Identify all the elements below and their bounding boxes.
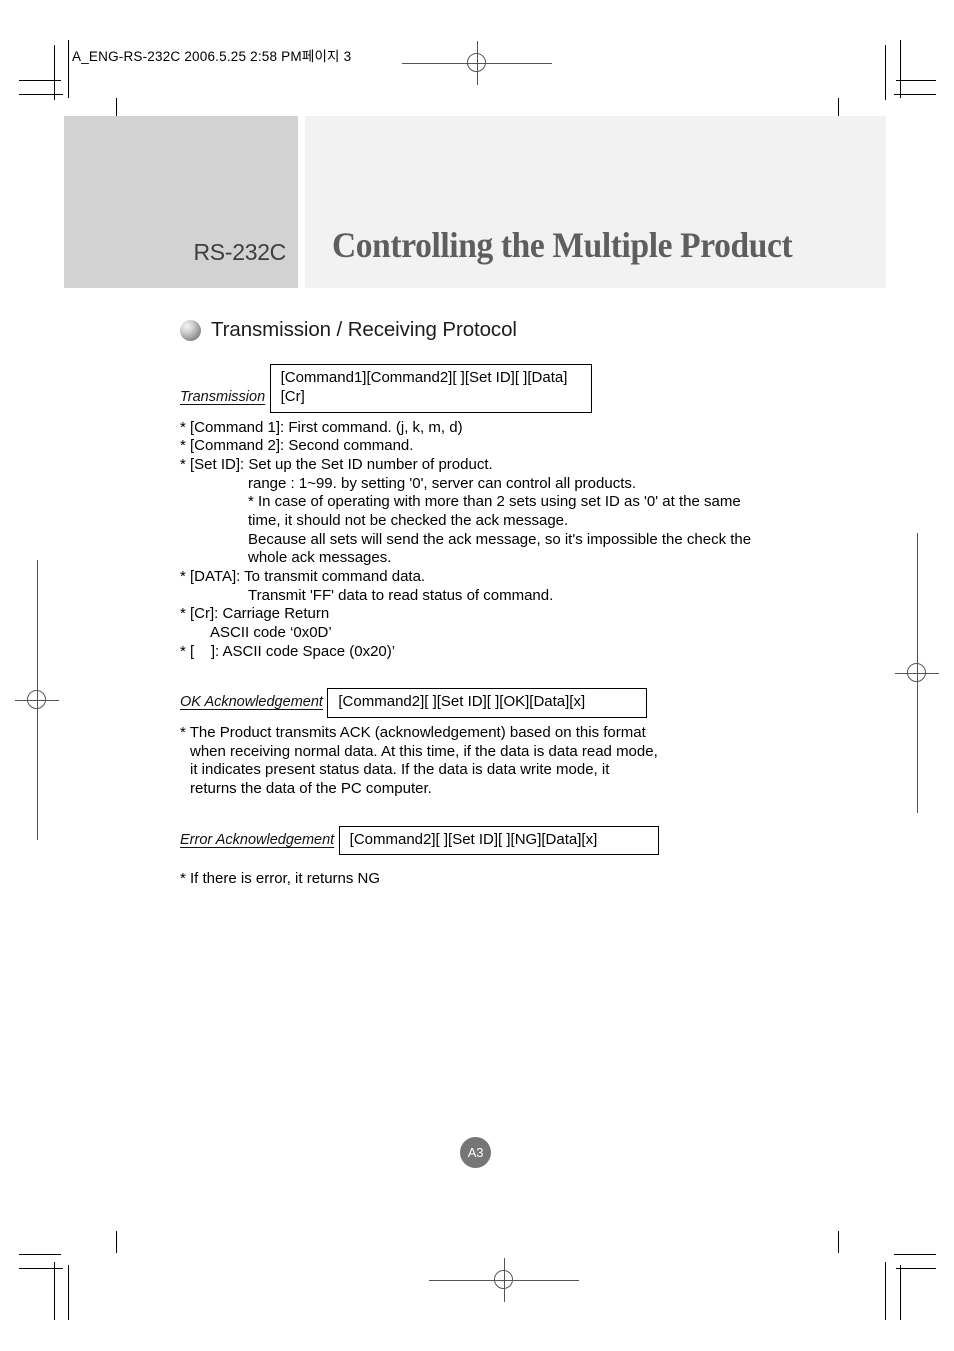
transmission-space-line: * [ ]: ASCII code Space (0x20)’ bbox=[180, 642, 396, 660]
crop-mark-top-right-outer-v bbox=[885, 45, 886, 100]
ok-ack-body: * The Product transmits ACK (acknowledge… bbox=[180, 723, 658, 797]
content-area: Transmission / Receiving Protocol Transm… bbox=[180, 318, 880, 889]
crop-mark-top-right-inner-h bbox=[896, 80, 936, 81]
crop-mark-bottom-right-outer-h bbox=[894, 1254, 936, 1255]
transmission-sub-heading: Transmission bbox=[180, 388, 266, 405]
error-ack-command-format: [Command2][ ][Set ID][ ][NG][Data][x] bbox=[338, 825, 659, 856]
page-title: Controlling the Multiple Product bbox=[332, 225, 793, 265]
transmission-data-line: * [DATA]: To transmit command data. bbox=[180, 567, 426, 585]
crop-mark-top-left-outer-v bbox=[68, 40, 69, 98]
transmission-cr-line: * [Cr]: Carriage Return bbox=[180, 605, 330, 623]
crop-mark-bottom-right-bleed-v bbox=[838, 1231, 839, 1253]
transmission-command-format: [Command1][Command2][ ][Set ID][ ][Data]… bbox=[269, 364, 592, 413]
crop-mark-top-left-outer-h bbox=[19, 94, 63, 95]
crop-mark-bottom-left-inner-h bbox=[19, 1268, 63, 1269]
spacer-before-error-body bbox=[180, 861, 880, 870]
transmission-indent-line-1: range : 1~99. by setting '0', server can… bbox=[248, 474, 637, 492]
transmission-line-3: * [Set ID]: Set up the Set ID number of … bbox=[180, 455, 493, 473]
crop-mark-top-left-inner-v bbox=[54, 45, 55, 100]
crop-mark-bottom-left-inner-v bbox=[54, 1262, 55, 1320]
transmission-line-2: * [Command 2]: Second command. bbox=[180, 437, 414, 455]
transmission-indent-line-2: * In case of operating with more than 2 … bbox=[248, 493, 741, 511]
page-number-badge: A3 bbox=[460, 1137, 491, 1168]
transmission-cr-indented: ASCII code ‘0x0D’ bbox=[210, 623, 332, 641]
spacer-after-ok-ack bbox=[180, 799, 880, 826]
crop-mark-bottom-right-outer-v bbox=[885, 1262, 886, 1320]
error-ack-body: * If there is error, it returns NG bbox=[180, 870, 381, 888]
crop-mark-bottom-left-bleed-v bbox=[116, 1231, 117, 1253]
crop-mark-bottom-left-outer-v bbox=[68, 1265, 69, 1320]
print-slug: A_ENG-RS-232C 2006.5.25 2:58 PM페이지 3 bbox=[72, 49, 352, 64]
transmission-indent2-line-2: whole ack messages. bbox=[248, 549, 392, 567]
sphere-bullet-icon bbox=[180, 319, 201, 341]
transmission-line-1: * [Command 1]: First command. (j, k, m, … bbox=[180, 418, 463, 436]
transmission-data-indented: Transmit 'FF' data to read status of com… bbox=[248, 586, 554, 604]
crop-mark-bottom-left-outer-h bbox=[19, 1254, 61, 1255]
crop-mark-bottom-right-inner-v bbox=[900, 1265, 901, 1320]
header-tag-panel: RS-232C bbox=[64, 116, 298, 288]
section-heading: Transmission / Receiving Protocol bbox=[180, 318, 880, 342]
crop-mark-top-right-outer-h bbox=[894, 94, 936, 95]
ok-ack-command-format: [Command2][ ][Set ID][ ][OK][Data][x] bbox=[327, 688, 648, 718]
error-ack-sub-heading: Error Acknowledgement bbox=[180, 831, 335, 848]
crop-mark-top-left-inner-h bbox=[19, 80, 61, 81]
crop-mark-top-right-inner-v bbox=[900, 40, 901, 98]
spacer-after-transmission bbox=[180, 661, 880, 688]
transmission-indent-line-3: time, it should not be checked the ack m… bbox=[248, 511, 569, 529]
header-tag-label: RS-232C bbox=[193, 239, 287, 265]
crop-mark-bottom-right-inner-h bbox=[896, 1268, 936, 1269]
transmission-indent2-line-1: Because all sets will send the ack messa… bbox=[248, 530, 752, 548]
section-heading-label: Transmission / Receiving Protocol bbox=[211, 318, 517, 341]
ok-ack-sub-heading: OK Acknowledgement bbox=[180, 694, 323, 711]
